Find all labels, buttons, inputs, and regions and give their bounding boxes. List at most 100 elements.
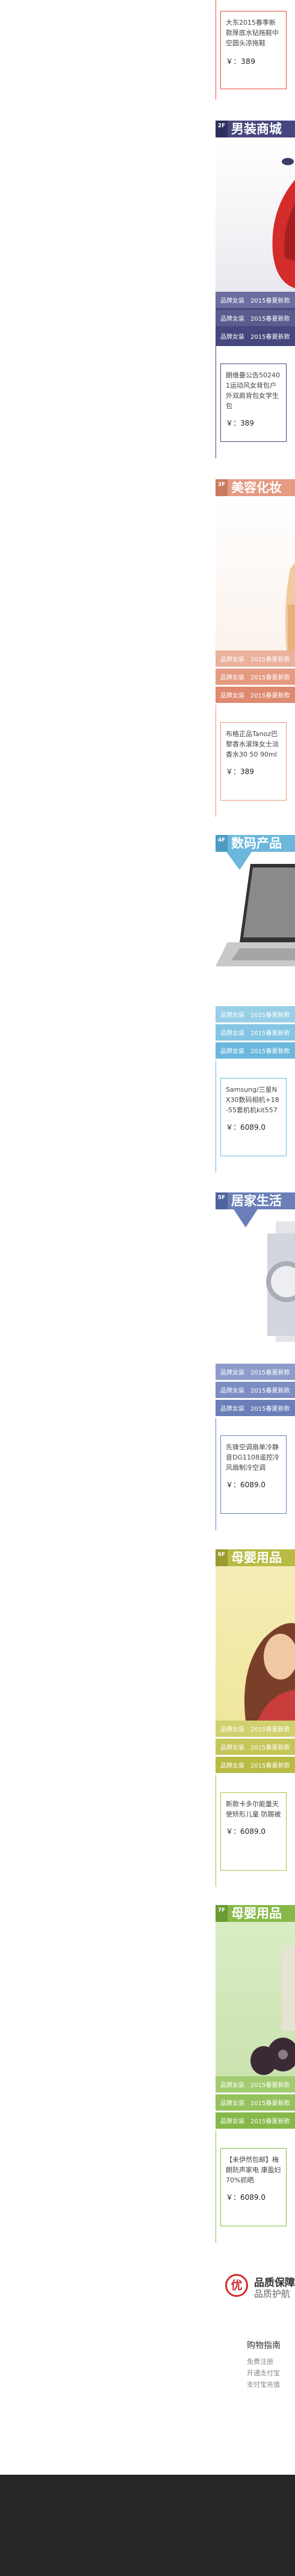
info-value: 2015春夏新款 xyxy=(250,693,290,699)
info-value: 2015春夏新款 xyxy=(250,1370,290,1376)
laptop-image xyxy=(216,852,295,966)
info-value: 2015春夏新款 xyxy=(250,1030,290,1037)
info-label: 品牌女装 xyxy=(220,316,244,323)
floor-header: 6F 母婴用品 xyxy=(216,1549,295,1566)
quality-badge-text: 优 xyxy=(231,2279,243,2292)
hero-image[interactable] xyxy=(216,852,295,1006)
info-row[interactable]: 品牌女装 2015春夏新款 xyxy=(216,1739,295,1755)
product-box[interactable]: 布格正品Tanoz巴黎香水滚珠女士淡香水30 50 90ml ￥：389 xyxy=(220,722,287,801)
hero-image[interactable] xyxy=(216,1922,295,2076)
floor-number: 6F xyxy=(216,1549,228,1566)
product-box[interactable]: 新款卡多尔能量天使矫形儿童 防踢被 ￥：6089.0 xyxy=(220,1792,287,1871)
perfume-image xyxy=(285,562,295,650)
shopping-guide: 购物指南 免费注册 开通支付宝 支付宝充值 xyxy=(247,2339,295,2390)
guide-link-recharge[interactable]: 支付宝充值 xyxy=(247,2379,295,2390)
info-rows: 品牌女装 2015春夏新款 品牌女装 2015春夏新款 品牌女装 2015春夏新款 xyxy=(216,292,295,346)
info-row[interactable]: 品牌女装 2015春夏新款 xyxy=(216,2076,295,2093)
floor-header: 2F 男装商城 xyxy=(216,121,295,137)
product-price: ￥：6089.0 xyxy=(226,1827,266,1836)
info-value: 2015春夏新款 xyxy=(250,1763,290,1769)
info-label: 品牌女装 xyxy=(220,1370,244,1376)
product-box[interactable]: 朗维曼公告502401运动风女背包户外双肩背包女学生包 ￥：389 xyxy=(220,364,287,442)
info-row[interactable]: 品牌女装 2015春夏新款 xyxy=(216,310,295,326)
product-box[interactable]: Samsung/三星NX30数码相机+18-55套机机kit557 ￥：6089… xyxy=(220,1078,287,1156)
info-row[interactable]: 品牌女装 2015春夏新款 xyxy=(216,1364,295,1380)
info-row[interactable]: 品牌女装 2015春夏新款 xyxy=(216,2094,295,2111)
info-label: 品牌女装 xyxy=(220,1048,244,1055)
floor-4f: 4F 数码产品 品牌女装 2015春夏新款 品牌女装 2015春夏新款 品牌女装 20… xyxy=(216,835,295,1173)
floor-title[interactable]: 男装商城 xyxy=(228,121,282,137)
product-box[interactable]: 大东2015春季新款厚底水钻拖鞋中空圆头凉拖鞋 ￥：389 xyxy=(220,11,287,89)
floor-header: 4F 数码产品 xyxy=(216,835,295,852)
info-value: 2015春夏新款 xyxy=(250,1012,290,1019)
info-row[interactable]: 品牌女装 2015春夏新款 xyxy=(216,669,295,685)
floor-title[interactable]: 居家生活 xyxy=(228,1192,282,1209)
info-label: 品牌女装 xyxy=(220,298,244,304)
floor-number: 2F xyxy=(216,121,228,137)
floor-header: 7F 母婴用品 xyxy=(216,1905,295,1922)
stroller-image xyxy=(250,1946,295,2075)
floor-title[interactable]: 母婴用品 xyxy=(228,1549,282,1566)
product-box[interactable]: 先锋空调扇单冷静音DG1108遥控冷风扇制冷空调 ￥：6089.0 xyxy=(220,1435,287,1514)
product-price: ￥：389 xyxy=(226,767,254,776)
guide-link-register[interactable]: 免费注册 xyxy=(247,2356,295,2367)
guide-title: 购物指南 xyxy=(247,2341,281,2351)
floor-number: 3F xyxy=(216,479,228,496)
hero-image[interactable] xyxy=(216,1209,295,1364)
info-rows: 品牌女装 2015春夏新款 品牌女装 2015春夏新款 品牌女装 2015春夏新款 xyxy=(216,650,295,705)
info-label: 品牌女装 xyxy=(220,1727,244,1733)
info-value: 2015春夏新款 xyxy=(250,675,290,681)
floor-header: 5F 居家生活 xyxy=(216,1192,295,1209)
floor-5f: 5F 居家生活 品牌女装 2015春夏新款 品牌女装 2015春夏新款 品牌女装 20… xyxy=(216,1192,295,1530)
info-label: 品牌女装 xyxy=(220,693,244,699)
info-label: 品牌女装 xyxy=(220,675,244,681)
hero-image[interactable] xyxy=(216,1566,295,1721)
info-label: 品牌女装 xyxy=(220,1012,244,1019)
floor-2f: 2F 男装商城 品牌女装 2015春夏新款 品牌女装 2015春夏新款 品牌女装 20… xyxy=(216,121,295,458)
info-row[interactable]: 品牌女装 2015春夏新款 xyxy=(216,2112,295,2129)
info-value: 2015春夏新款 xyxy=(250,334,290,341)
info-value: 2015春夏新款 xyxy=(250,657,290,663)
product-description: 先锋空调扇单冷静音DG1108遥控冷风扇制冷空调 xyxy=(226,1443,279,1472)
info-row[interactable]: 品牌女装 2015春夏新款 xyxy=(216,1024,295,1041)
info-value: 2015春夏新款 xyxy=(250,1388,290,1394)
info-row[interactable]: 品牌女装 2015春夏新款 xyxy=(216,687,295,703)
info-row[interactable]: 品牌女装 2015春夏新款 xyxy=(216,1006,295,1022)
floor-title[interactable]: 母婴用品 xyxy=(228,1905,282,1922)
floor-title[interactable]: 美容化妆 xyxy=(228,479,282,496)
info-label: 品牌女装 xyxy=(220,1030,244,1037)
info-label: 品牌女装 xyxy=(220,2082,244,2089)
info-row[interactable]: 品牌女装 2015春夏新款 xyxy=(216,1382,295,1398)
info-label: 品牌女装 xyxy=(220,657,244,663)
product-price: ￥：389 xyxy=(226,419,254,427)
top-product-card: 大东2015春季新款厚底水钻拖鞋中空圆头凉拖鞋 ￥：389 xyxy=(216,0,295,99)
info-row[interactable]: 品牌女装 2015春夏新款 xyxy=(216,1042,295,1059)
info-row[interactable]: 品牌女装 2015春夏新款 xyxy=(216,650,295,667)
info-value: 2015春夏新款 xyxy=(250,298,290,304)
info-row[interactable]: 品牌女装 2015春夏新款 xyxy=(216,1400,295,1416)
info-row[interactable]: 品牌女装 2015春夏新款 xyxy=(216,1721,295,1737)
product-box[interactable]: 【未伊然包邮】梅朗防声家电 康盈妇70%抓晒 ￥：6089.0 xyxy=(220,2148,287,2226)
floor-7f: 7F 母婴用品 品牌女装 2015春夏新款 品牌女装 2015春夏新款 品牌女装 20… xyxy=(216,1905,295,2243)
info-label: 品牌女装 xyxy=(220,1406,244,1412)
floor-title[interactable]: 数码产品 xyxy=(228,835,282,852)
quality-guarantee-bar: 优 品质保障 品质护航 xyxy=(216,2267,295,2303)
info-value: 2015春夏新款 xyxy=(250,2100,290,2107)
info-row[interactable]: 品牌女装 2015春夏新款 xyxy=(216,328,295,344)
info-row[interactable]: 品牌女装 2015春夏新款 xyxy=(216,1757,295,1773)
product-description: 【未伊然包邮】梅朗防声家电 康盈妇70%抓晒 xyxy=(226,2156,281,2184)
floor-header: 3F 美容化妆 xyxy=(216,479,295,496)
quality-badge-icon: 优 xyxy=(225,2274,248,2297)
info-label: 品牌女装 xyxy=(220,2100,244,2107)
child-image xyxy=(244,1623,295,1721)
product-price: ￥：6089.0 xyxy=(226,1123,266,1132)
product-price: ￥：389 xyxy=(226,57,256,66)
floor-number: 7F xyxy=(216,1905,228,1922)
hero-image[interactable] xyxy=(216,496,295,650)
product-description: 大东2015春季新款厚底水钻拖鞋中空圆头凉拖鞋 xyxy=(226,19,279,47)
page-footer xyxy=(0,2475,295,2576)
info-value: 2015春夏新款 xyxy=(250,2118,290,2125)
guide-link-alipay[interactable]: 开通支付宝 xyxy=(247,2367,295,2379)
hero-image[interactable] xyxy=(216,137,295,292)
info-row[interactable]: 品牌女装 2015春夏新款 xyxy=(216,292,295,308)
